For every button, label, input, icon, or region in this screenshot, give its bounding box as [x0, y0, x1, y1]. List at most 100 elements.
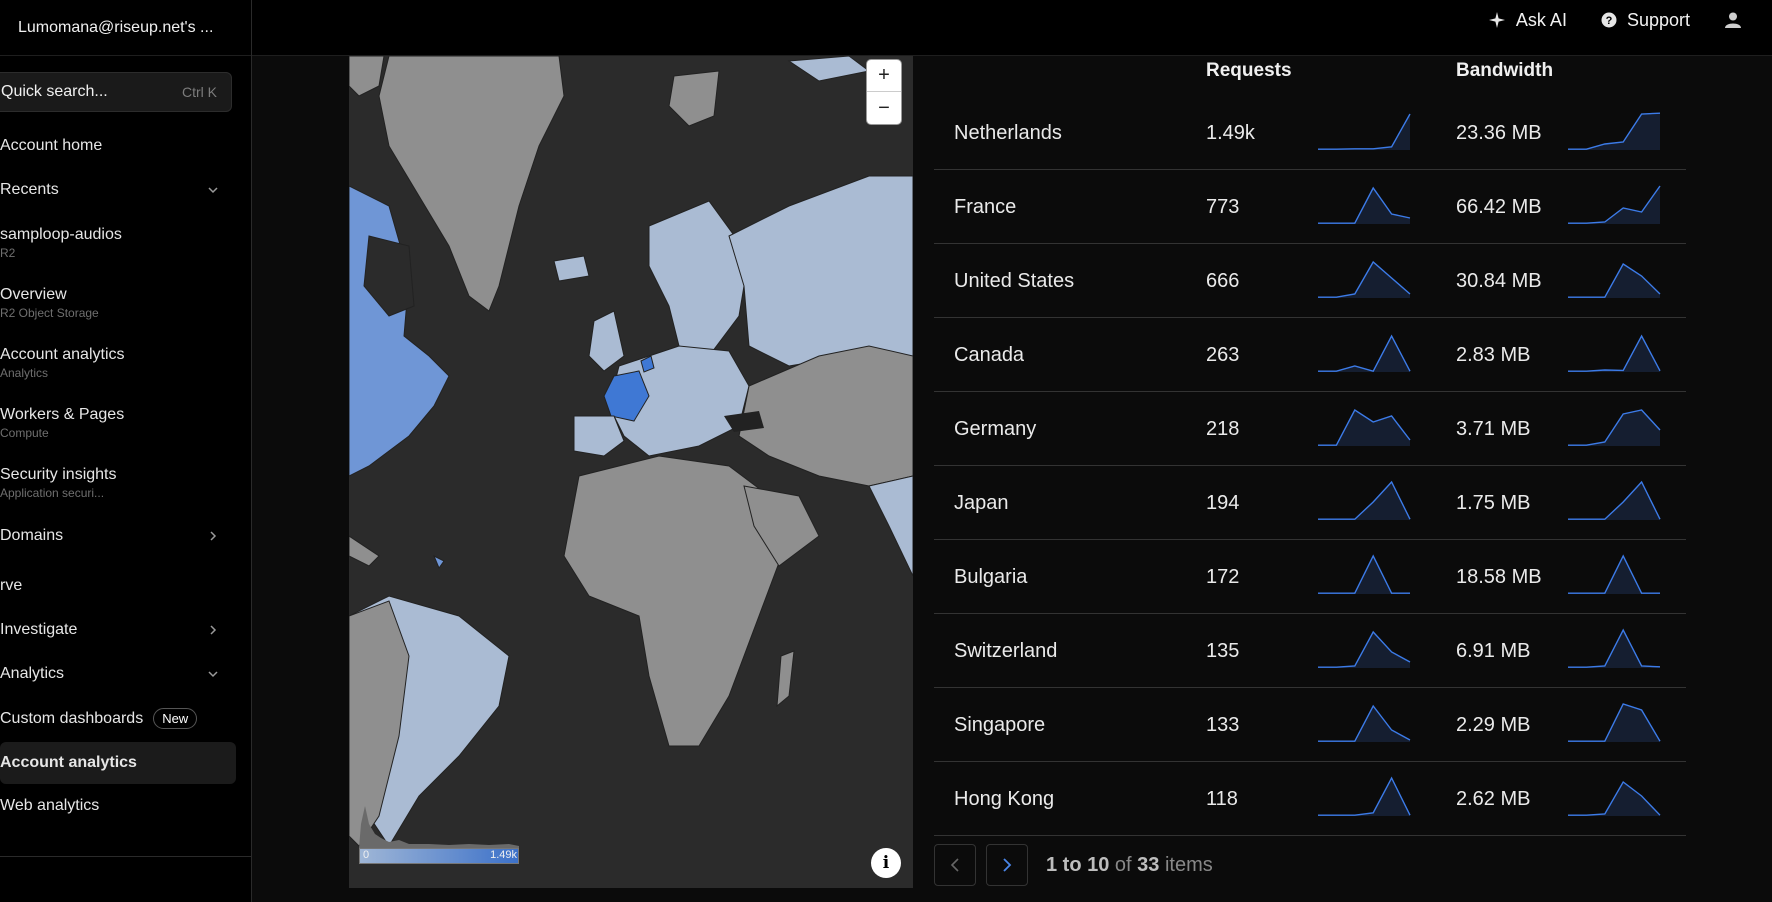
support-button[interactable]: ? Support: [1601, 10, 1690, 31]
sidebar-item-label: Domains: [0, 527, 64, 544]
country-cell: Singapore: [954, 713, 1046, 736]
help-icon: ?: [1601, 12, 1617, 28]
sidebar-divider: [0, 856, 252, 902]
new-badge: New: [153, 707, 198, 729]
svg-text:?: ?: [1606, 15, 1613, 27]
sidebar-item-label: Workers & Pages: [0, 406, 125, 423]
sidebar-item-account-analytics-recent[interactable]: Account analytics Analytics: [0, 346, 236, 380]
user-menu-button[interactable]: [1724, 11, 1742, 29]
account-switcher[interactable]: Lumomana@riseup.net's ...: [0, 0, 252, 56]
legend-histogram: [359, 806, 519, 848]
country-cell: Netherlands: [954, 121, 1062, 144]
sidebar-item-rve[interactable]: rve: [0, 576, 236, 596]
requests-sparkline: [1318, 554, 1410, 594]
sidebar: Quick search... Ctrl K Account home Rece…: [0, 56, 252, 902]
bandwidth-sparkline: [1568, 780, 1661, 816]
country-cell: France: [954, 195, 1017, 218]
table-row[interactable]: Singapore 133 2.29 MB: [934, 688, 1686, 762]
bandwidth-sparkline: [1568, 185, 1661, 224]
sidebar-item-label: samploop-audios: [0, 226, 122, 243]
account-name: Lumomana@riseup.net's ...: [18, 19, 214, 36]
sparkline-area: [1568, 113, 1660, 150]
requests-sparkline: [1318, 113, 1411, 150]
table-row[interactable]: Bulgaria 172 18.58 MB: [934, 540, 1686, 614]
bandwidth-cell: 18.58 MB: [1456, 565, 1542, 588]
legend-max: 1.49k: [490, 849, 517, 861]
sparkline-area: [1318, 262, 1410, 298]
table-row[interactable]: France 773 66.42 MB: [934, 170, 1686, 244]
top-bar: Lumomana@riseup.net's ... Ask AI ? Suppo…: [0, 0, 1772, 56]
sidebar-item-security-insights[interactable]: Security insights Application securi...: [0, 466, 236, 500]
bandwidth-cell: 2.29 MB: [1456, 713, 1531, 736]
table-row[interactable]: Netherlands 1.49k 23.36 MB: [934, 96, 1686, 170]
requests-cell: 773: [1206, 195, 1240, 218]
sparkle-icon: [1488, 12, 1505, 28]
requests-cell: 133: [1206, 713, 1240, 736]
sidebar-item-recents[interactable]: Recents: [0, 180, 236, 200]
bandwidth-sparkline: [1568, 263, 1661, 298]
sidebar-item-samploop-audios[interactable]: samploop-audios R2: [0, 226, 236, 260]
table-row[interactable]: Canada 263 2.83 MB: [934, 318, 1686, 392]
column-header-bandwidth[interactable]: Bandwidth: [1456, 60, 1553, 82]
bandwidth-cell: 66.42 MB: [1456, 195, 1542, 218]
country-cell: Germany: [954, 417, 1037, 440]
table-row[interactable]: Hong Kong 118 2.62 MB: [934, 762, 1686, 836]
sidebar-item-custom-dashboards[interactable]: Custom dashboards New: [0, 706, 236, 730]
prev-page-button[interactable]: [934, 844, 976, 886]
sidebar-item-label: Web analytics: [0, 797, 100, 814]
zoom-controls: + −: [867, 60, 901, 124]
pagination: 1 to 10 of 33 items: [934, 844, 1213, 886]
quick-search-input[interactable]: Quick search... Ctrl K: [0, 72, 232, 112]
map-legend: 0 1.49k: [359, 804, 519, 884]
bandwidth-sparkline: [1568, 703, 1661, 742]
table-row[interactable]: Japan 194 1.75 MB: [934, 466, 1686, 540]
sidebar-item-domains[interactable]: Domains: [0, 526, 236, 546]
chevron-down-icon: [208, 671, 218, 678]
bandwidth-sparkline: [1568, 554, 1660, 594]
table-row[interactable]: Switzerland 135 6.91 MB: [934, 614, 1686, 688]
sidebar-item-investigate[interactable]: Investigate: [0, 620, 236, 640]
sparkline-area: [1318, 482, 1410, 520]
bandwidth-sparkline: [1568, 480, 1661, 520]
requests-cell: 135: [1206, 639, 1240, 662]
ask-ai-button[interactable]: Ask AI: [1488, 10, 1567, 31]
pagination-items: items: [1164, 853, 1213, 876]
column-header-requests[interactable]: Requests: [1206, 60, 1292, 82]
sidebar-item-label: Account analytics: [0, 346, 125, 363]
sidebar-item-label: Recents: [0, 181, 59, 198]
sidebar-item-label: Account analytics: [0, 754, 137, 771]
next-page-button[interactable]: [986, 844, 1028, 886]
chevron-right-icon: [210, 625, 217, 635]
country-cell: United States: [954, 269, 1075, 292]
table-row[interactable]: Germany 218 3.71 MB: [934, 392, 1686, 466]
country-cell: Hong Kong: [954, 787, 1055, 810]
sidebar-item-sub: R2 Object Storage: [0, 306, 99, 320]
sidebar-item-account-analytics[interactable]: Account analytics: [0, 742, 236, 784]
world-map[interactable]: + − 0 1.49k i: [349, 56, 913, 888]
bandwidth-cell: 30.84 MB: [1456, 269, 1542, 292]
requests-sparkline: [1318, 630, 1411, 668]
sidebar-item-sub: Analytics: [0, 366, 49, 380]
sidebar-item-label: Investigate: [0, 621, 78, 638]
requests-cell: 194: [1206, 491, 1240, 514]
sidebar-item-label: Security insights: [0, 466, 117, 483]
sidebar-item-account-home[interactable]: Account home: [0, 136, 236, 156]
requests-cell: 118: [1206, 787, 1238, 810]
sidebar-item-analytics[interactable]: Analytics: [0, 664, 236, 684]
search-shortcut: Ctrl K: [182, 84, 217, 100]
sidebar-item-web-analytics[interactable]: Web analytics: [0, 796, 236, 816]
sidebar-item-overview[interactable]: Overview R2 Object Storage: [0, 286, 236, 320]
requests-cell: 263: [1206, 343, 1240, 366]
requests-sparkline: [1318, 480, 1411, 520]
info-button[interactable]: i: [871, 848, 901, 878]
sidebar-item-workers-pages[interactable]: Workers & Pages Compute: [0, 406, 236, 440]
zoom-in-button[interactable]: +: [867, 60, 901, 92]
sparkline-area: [1568, 336, 1660, 372]
country-cell: Japan: [954, 491, 1009, 514]
user-icon: [1725, 12, 1741, 28]
bandwidth-sparkline: [1568, 334, 1661, 372]
table-row[interactable]: United States 666 30.84 MB: [934, 244, 1686, 318]
sidebar-item-label: rve: [0, 577, 23, 594]
zoom-out-button[interactable]: −: [867, 92, 901, 124]
sidebar-item-sub: Compute: [0, 426, 49, 440]
